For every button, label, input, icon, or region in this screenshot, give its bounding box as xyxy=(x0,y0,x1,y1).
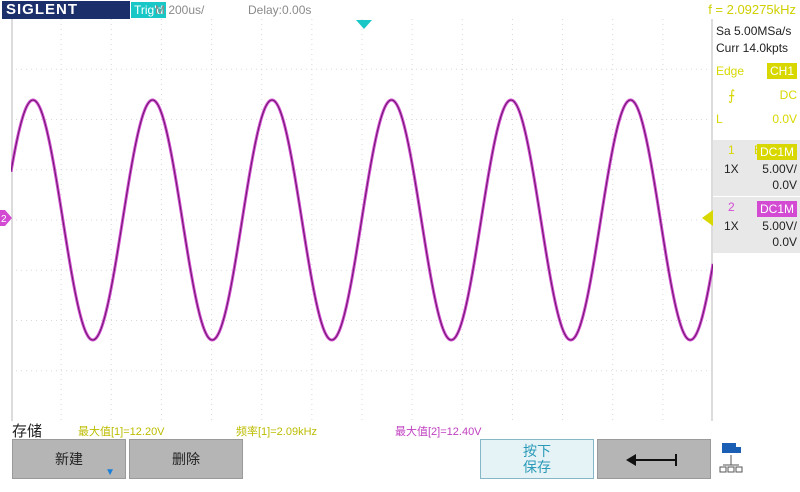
dropdown-arrow-icon: ▼ xyxy=(105,467,115,478)
trigger-slope-row[interactable]: ⨍ DC xyxy=(716,87,797,103)
ch2-panel[interactable]: 2 DC1M 1X 5.00V/ 0.0V xyxy=(713,197,800,253)
trigger-coupling: DC xyxy=(779,88,797,102)
ch1-scale: 5.00V/ xyxy=(762,162,797,176)
ch1-header: 1 B DC1M xyxy=(716,142,797,160)
trigger-level-row[interactable]: L 0.0V xyxy=(716,111,797,127)
memory-depth: Curr 14.0kpts xyxy=(716,41,789,55)
press-save-button[interactable]: 按下 保存 xyxy=(480,439,594,479)
trigger-mode-label: Edge xyxy=(716,64,745,78)
new-button-label: 新建 xyxy=(55,451,83,467)
ch2-offset: 0.0V xyxy=(772,235,797,249)
trigger-mode-row[interactable]: Edge CH1 xyxy=(716,63,797,79)
timebase-readout: M 200us/ xyxy=(155,3,205,17)
delete-button-label: 删除 xyxy=(172,451,200,467)
menu-title: 存储 xyxy=(12,423,43,440)
press-save-line1: 按下 xyxy=(523,443,551,459)
sample-rate: Sa 5.00MSa/s xyxy=(716,24,792,38)
ch1-max-measurement: 最大值[1]=12.20V xyxy=(78,426,165,438)
ch1-number: 1 xyxy=(728,143,735,157)
press-save-line2: 保存 xyxy=(523,459,551,475)
ch1-offset: 0.0V xyxy=(772,178,797,192)
trigger-level-value: 0.0V xyxy=(772,112,797,126)
ch2-probe: 1X xyxy=(724,219,739,233)
return-arrow-icon xyxy=(626,454,677,466)
trigger-level-label: L xyxy=(716,112,723,126)
trigger-source: CH1 xyxy=(766,63,797,79)
back-button[interactable] xyxy=(597,439,711,479)
new-button[interactable]: 新建 ▼ xyxy=(12,439,126,479)
ch1-coupling: DC1M xyxy=(756,144,797,160)
right-info-panel: Sa 5.00MSa/s Curr 14.0kpts Edge CH1 ⨍ DC… xyxy=(713,19,800,421)
ch2-coupling: DC1M xyxy=(756,201,797,217)
measurement-bar: 存储 最大值[1]=12.20V 频率[1]=2.09kHz 最大值[2]=12… xyxy=(0,420,800,440)
ch1-panel[interactable]: 1 B DC1M 1X 5.00V/ 0.0V xyxy=(713,140,800,196)
brand-logo: SIGLENT xyxy=(2,1,130,19)
top-status-bar: SIGLENT Trig'd M 200us/ Delay:0.00s f = … xyxy=(0,0,800,20)
network-icon[interactable] xyxy=(718,441,744,477)
ch1-frequency-measurement: 频率[1]=2.09kHz xyxy=(236,426,318,438)
ch2-max-measurement: 最大值[2]=12.40V xyxy=(395,426,482,438)
frequency-counter: f = 2.09275kHz xyxy=(708,2,796,17)
ch2-number: 2 xyxy=(728,200,735,214)
trigger-level-marker[interactable] xyxy=(702,210,713,226)
waveform-grid xyxy=(11,19,713,421)
delete-button[interactable]: 删除 xyxy=(129,439,243,479)
ch2-marker-label: 2 xyxy=(1,214,7,225)
delay-readout: Delay:0.00s xyxy=(248,3,312,17)
ch2-scale: 5.00V/ xyxy=(762,219,797,233)
trigger-position-marker[interactable] xyxy=(356,20,372,30)
ch2-offset-marker[interactable]: 2 xyxy=(0,210,12,226)
rising-edge-icon: ⨍ xyxy=(728,87,736,103)
ch2-header: 2 DC1M xyxy=(716,199,797,217)
ch1-probe: 1X xyxy=(724,162,739,176)
